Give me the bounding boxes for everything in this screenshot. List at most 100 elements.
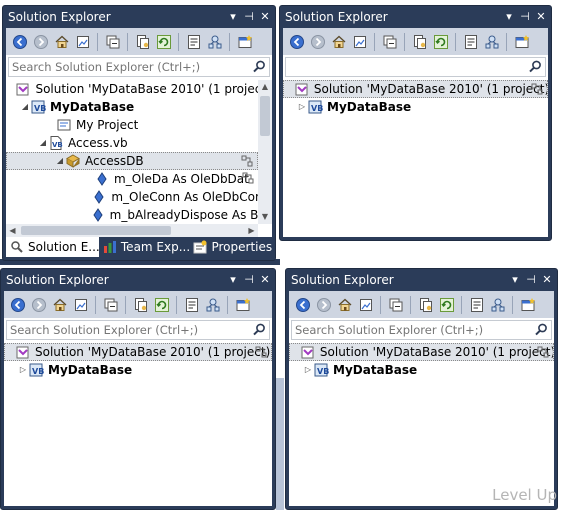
panel-titlebar[interactable]: Solution Explorer ▾ ⊣ ✕	[3, 6, 275, 28]
search-input[interactable]	[286, 58, 527, 76]
forward-button[interactable]	[29, 295, 48, 314]
properties-button[interactable]	[467, 295, 486, 314]
preview-selected-items-button[interactable]	[235, 32, 254, 51]
tree-node-access-vb[interactable]: ◢ VB Access.vb	[6, 134, 258, 152]
vertical-scrollbar[interactable]: ▲ ▼	[258, 80, 272, 224]
home-button[interactable]	[52, 32, 71, 51]
close-icon[interactable]: ✕	[541, 274, 553, 286]
collapsed-arrow-icon[interactable]: ▷	[297, 102, 307, 112]
sync-active-document-button[interactable]	[350, 32, 369, 51]
properties-button[interactable]	[182, 295, 201, 314]
tree-node-project[interactable]: ▷ VB MyDataBase	[4, 361, 272, 379]
collapsed-arrow-icon[interactable]: ▷	[18, 365, 28, 375]
tree-node-my-project[interactable]: My Project	[6, 116, 258, 134]
tree-node-project[interactable]: ▷ VB MyDataBase	[283, 98, 548, 116]
search-box[interactable]	[291, 320, 552, 340]
refresh-button[interactable]	[154, 32, 173, 51]
dropdown-icon[interactable]: ▾	[227, 274, 239, 286]
tab-properties[interactable]: Properties	[189, 237, 272, 257]
search-icon[interactable]	[527, 59, 543, 75]
properties-button[interactable]	[461, 32, 480, 51]
back-button[interactable]	[8, 295, 27, 314]
tree-node-action-icon[interactable]	[242, 172, 254, 184]
search-input[interactable]	[7, 321, 251, 339]
expanded-arrow-icon[interactable]: ◢	[38, 138, 48, 148]
tab-team-explorer[interactable]: Team Exp...	[99, 237, 189, 257]
collapsed-arrow-icon[interactable]: ▷	[303, 365, 313, 375]
home-button[interactable]	[335, 295, 354, 314]
home-button[interactable]	[329, 32, 348, 51]
search-box[interactable]	[8, 57, 270, 77]
scroll-down-arrow-icon[interactable]: ▼	[258, 210, 272, 224]
tree-node-accessdb-class[interactable]: ◢ AccessDB	[6, 152, 258, 170]
forward-button[interactable]	[314, 295, 333, 314]
back-button[interactable]	[293, 295, 312, 314]
tree-node-action-icon[interactable]	[255, 346, 267, 358]
tree-node-solution[interactable]: Solution 'MyDataBase 2010' (1 project)	[289, 343, 554, 361]
expanded-arrow-icon[interactable]: ◢	[55, 156, 65, 166]
search-box[interactable]	[285, 57, 546, 77]
collapse-all-button[interactable]	[380, 32, 399, 51]
sync-active-document-button[interactable]	[356, 295, 375, 314]
expanded-arrow-icon[interactable]: ◢	[20, 102, 30, 112]
tree-node-solution[interactable]: Solution 'MyDataBase 2010' (1 project)	[6, 80, 258, 98]
refresh-button[interactable]	[152, 295, 171, 314]
tree-node-solution[interactable]: Solution 'MyDataBase 2010' (1 project)	[4, 343, 272, 361]
preview-selected-items-button[interactable]	[518, 295, 537, 314]
scroll-thumb[interactable]	[21, 226, 171, 235]
tree-node-field[interactable]: m_OleConn As OleDbCon	[6, 188, 258, 206]
search-input[interactable]	[292, 321, 533, 339]
show-all-files-button[interactable]	[416, 295, 435, 314]
view-class-diagram-button[interactable]	[203, 295, 222, 314]
search-icon[interactable]	[251, 322, 267, 338]
search-box[interactable]	[6, 320, 270, 340]
scroll-thumb[interactable]	[260, 96, 270, 136]
horizontal-scrollbar[interactable]: ◀ ▶	[6, 224, 258, 237]
dropdown-icon[interactable]: ▾	[227, 11, 239, 23]
show-all-files-button[interactable]	[133, 32, 152, 51]
home-button[interactable]	[50, 295, 69, 314]
show-all-files-button[interactable]	[410, 32, 429, 51]
close-icon[interactable]: ✕	[259, 11, 271, 23]
pin-icon[interactable]: ⊣	[243, 274, 255, 286]
dropdown-icon[interactable]: ▾	[509, 274, 521, 286]
sync-active-document-button[interactable]	[73, 32, 92, 51]
tree-node-project[interactable]: ◢ VB MyDataBase	[6, 98, 258, 116]
collapse-all-button[interactable]	[386, 295, 405, 314]
tree-node-project[interactable]: ▷ VB MyDataBase	[289, 361, 554, 379]
view-class-diagram-button[interactable]	[482, 32, 501, 51]
refresh-button[interactable]	[437, 295, 456, 314]
back-button[interactable]	[287, 32, 306, 51]
close-icon[interactable]: ✕	[259, 274, 271, 286]
scroll-left-arrow-icon[interactable]: ◀	[6, 224, 19, 237]
dropdown-icon[interactable]: ▾	[503, 11, 515, 23]
close-icon[interactable]: ✕	[535, 11, 547, 23]
collapse-all-button[interactable]	[103, 32, 122, 51]
properties-button[interactable]	[184, 32, 203, 51]
sync-active-document-button[interactable]	[71, 295, 90, 314]
panel-titlebar[interactable]: Solution Explorer ▾ ⊣ ✕	[286, 269, 557, 291]
tab-solution-explorer[interactable]: Solution E...	[6, 237, 99, 257]
back-button[interactable]	[10, 32, 29, 51]
refresh-button[interactable]	[431, 32, 450, 51]
tree-node-action-icon[interactable]	[241, 155, 253, 167]
panel-titlebar[interactable]: Solution Explorer ▾ ⊣ ✕	[280, 6, 551, 28]
tree-node-solution[interactable]: Solution 'MyDataBase 2010' (1 project)	[283, 80, 548, 98]
panel-titlebar[interactable]: Solution Explorer ▾ ⊣ ✕	[1, 269, 275, 291]
preview-selected-items-button[interactable]	[512, 32, 531, 51]
view-class-diagram-button[interactable]	[488, 295, 507, 314]
search-input[interactable]	[9, 58, 251, 76]
pin-icon[interactable]: ⊣	[525, 274, 537, 286]
tree-node-field[interactable]: m_bAlreadyDispose As Bo	[6, 206, 258, 224]
pin-icon[interactable]: ⊣	[519, 11, 531, 23]
pin-icon[interactable]: ⊣	[243, 11, 255, 23]
preview-selected-items-button[interactable]	[233, 295, 252, 314]
forward-button[interactable]	[31, 32, 50, 51]
collapse-all-button[interactable]	[101, 295, 120, 314]
tree-node-action-icon[interactable]	[531, 83, 543, 95]
search-icon[interactable]	[533, 322, 549, 338]
forward-button[interactable]	[308, 32, 327, 51]
search-icon[interactable]	[251, 59, 267, 75]
scroll-right-arrow-icon[interactable]: ▶	[245, 224, 258, 237]
view-class-diagram-button[interactable]	[205, 32, 224, 51]
